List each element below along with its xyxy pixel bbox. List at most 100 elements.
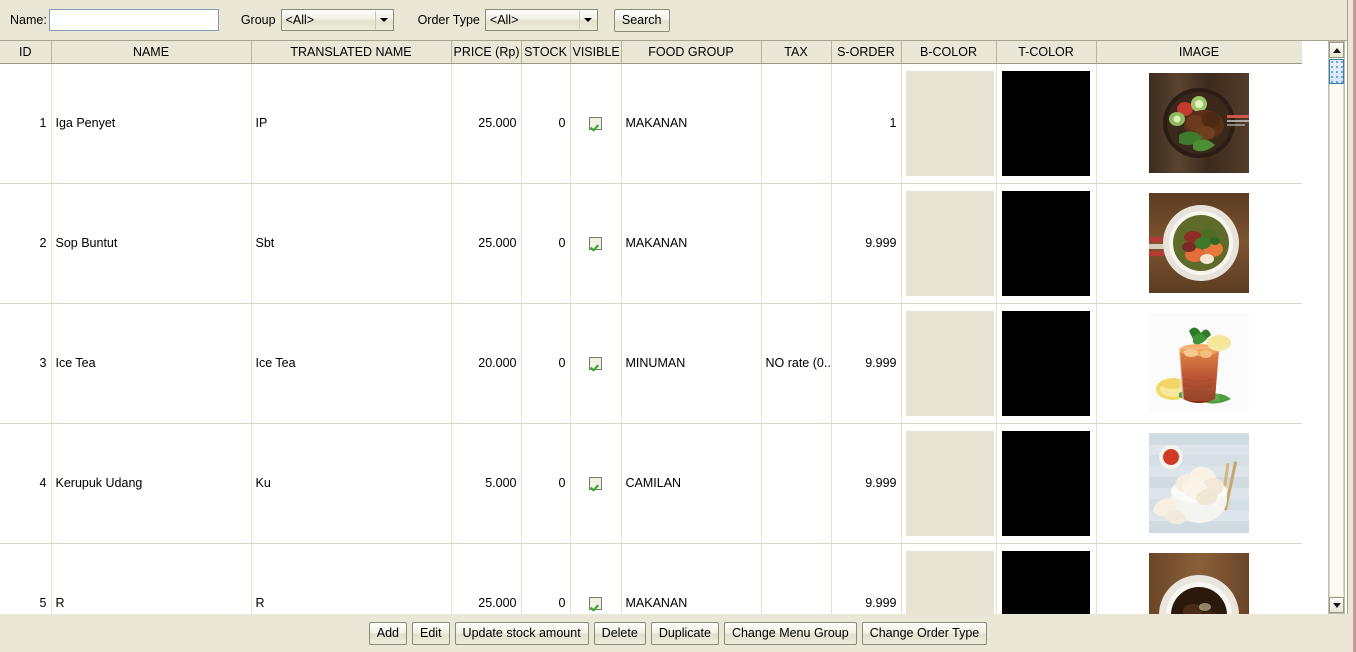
cell-tax [761,423,832,544]
cell-translated-name: Ice Tea [251,303,452,424]
cell-stock: 0 [521,423,571,544]
column-header-translated-name[interactable]: TRANSLATED NAME [251,41,452,64]
cell-visible[interactable] [570,543,622,614]
triangle-up-icon [1332,47,1341,53]
column-header-visible[interactable]: VISIBLE [570,41,622,64]
cell-food-group: MINUMAN [621,303,762,424]
menu-table-viewport: ID NAME TRANSLATED NAME PRICE (Rp) STOCK… [0,41,1302,614]
cell-food-group: CAMILAN [621,423,762,544]
b-color-swatch [905,190,994,296]
menu-table: ID NAME TRANSLATED NAME PRICE (Rp) STOCK… [0,41,1302,614]
column-header-b-color[interactable]: B-COLOR [901,41,997,64]
cell-price: 25.000 [451,63,522,184]
chevron-down-icon [374,11,392,29]
cell-visible[interactable] [570,183,622,304]
cell-price: 5.000 [451,423,522,544]
group-label: Group [240,13,276,27]
group-select[interactable]: <All> [280,9,394,31]
table-row[interactable]: 1 Iga Penyet IP 25.000 0 MAKANAN 1 [0,63,1302,184]
duplicate-button[interactable]: Duplicate [650,621,719,645]
column-header-image[interactable]: IMAGE [1096,41,1302,64]
cell-food-group: MAKANAN [621,63,762,184]
cell-image [1096,303,1302,424]
menu-table-body: 1 Iga Penyet IP 25.000 0 MAKANAN 1 2 Sop Bunt [0,63,1302,614]
cell-tax [761,543,832,614]
visible-checkbox-checked-icon[interactable] [589,597,602,611]
cell-id: 4 [0,423,52,544]
cell-b-color [901,423,997,544]
column-header-name[interactable]: NAME [51,41,252,64]
cell-name: Iga Penyet [51,63,252,184]
cell-id: 5 [0,543,52,614]
delete-button[interactable]: Delete [593,621,646,645]
cell-stock: 0 [521,543,571,614]
edit-button[interactable]: Edit [412,621,450,645]
table-row[interactable]: 4 Kerupuk Udang Ku 5.000 0 CAMILAN 9.999 [0,423,1302,544]
cell-image [1096,543,1302,614]
filter-bar: Name: Group <All> Order Type <All> Searc… [0,0,1348,41]
menu-management-window: Name: Group <All> Order Type <All> Searc… [0,0,1356,652]
cell-t-color [996,543,1097,614]
t-color-swatch [1002,310,1090,416]
cell-visible[interactable] [570,423,622,544]
action-toolbar: Add Edit Update stock amount Delete Dupl… [0,614,1353,652]
b-color-swatch [905,70,994,176]
table-row[interactable]: 3 Ice Tea Ice Tea 20.000 0 MINUMAN NO rate (0.… [0,303,1302,424]
table-row[interactable]: 2 Sop Buntut Sbt 25.000 0 MAKANAN 9.999 [0,183,1302,304]
cell-id: 3 [0,303,52,424]
visible-checkbox-checked-icon[interactable] [589,237,602,251]
name-search-input[interactable] [48,9,219,31]
visible-checkbox-checked-icon[interactable] [589,117,602,131]
scroll-up-button[interactable] [1329,42,1344,58]
table-row[interactable]: 5 R R 25.000 0 MAKANAN 9.999 [0,543,1302,614]
column-header-food-group[interactable]: FOOD GROUP [621,41,762,64]
cell-tax: NO rate (0.... [761,303,832,424]
cell-translated-name: Sbt [251,183,452,304]
cell-price: 25.000 [451,543,522,614]
cell-visible[interactable] [570,303,622,424]
cell-name: Kerupuk Udang [51,423,252,544]
cell-t-color [996,423,1097,544]
search-button[interactable]: Search [613,8,670,32]
change-menu-group-button[interactable]: Change Menu Group [723,621,857,645]
column-header-price[interactable]: PRICE (Rp) [451,41,522,64]
column-header-tax[interactable]: TAX [761,41,832,64]
cell-stock: 0 [521,63,571,184]
cell-t-color [996,303,1097,424]
group-select-value: <All> [285,13,315,27]
b-color-swatch [905,550,994,614]
cell-translated-name: Ku [251,423,452,544]
cell-price: 20.000 [451,303,522,424]
vertical-scrollbar[interactable] [1328,41,1345,614]
cell-name: R [51,543,252,614]
cell-image [1096,423,1302,544]
b-color-swatch [905,310,994,416]
scrollbar-track[interactable] [1329,84,1344,596]
order-type-select[interactable]: <All> [484,9,598,31]
cell-visible[interactable] [570,63,622,184]
menu-table-header: ID NAME TRANSLATED NAME PRICE (Rp) STOCK… [0,41,1302,64]
chevron-down-icon [578,11,596,29]
cell-t-color [996,63,1097,184]
iced-tea-glass-photo [1149,313,1249,413]
cell-id: 2 [0,183,52,304]
update-stock-amount-button[interactable]: Update stock amount [454,621,589,645]
cell-name: Ice Tea [51,303,252,424]
b-color-swatch [905,430,994,536]
column-header-id[interactable]: ID [0,41,52,64]
scroll-down-button[interactable] [1329,597,1344,613]
change-order-type-button[interactable]: Change Order Type [861,621,988,645]
cell-id: 1 [0,63,52,184]
scrollbar-thumb[interactable] [1329,59,1344,84]
cell-s-order: 9.999 [831,543,902,614]
column-header-stock[interactable]: STOCK [521,41,571,64]
header-row: ID NAME TRANSLATED NAME PRICE (Rp) STOCK… [0,41,1302,64]
column-header-s-order[interactable]: S-ORDER [831,41,902,64]
menu-table-container: ID NAME TRANSLATED NAME PRICE (Rp) STOCK… [0,41,1348,614]
column-header-t-color[interactable]: T-COLOR [996,41,1097,64]
dark-soup-bowl-photo [1149,553,1249,614]
visible-checkbox-checked-icon[interactable] [589,477,602,491]
add-button[interactable]: Add [368,621,407,645]
triangle-down-icon [1332,602,1341,608]
visible-checkbox-checked-icon[interactable] [589,357,602,371]
